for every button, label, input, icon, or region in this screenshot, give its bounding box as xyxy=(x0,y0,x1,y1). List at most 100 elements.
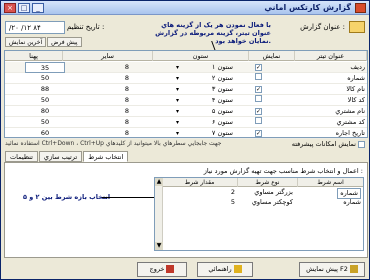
advanced-option[interactable]: نمايش امکانات پيشرفته xyxy=(292,140,365,148)
row-column-select[interactable]: ستون ۴ xyxy=(165,95,245,106)
cond-type[interactable]: کوچکتر مساوي xyxy=(252,198,293,207)
row-show-checkbox[interactable]: ✓ xyxy=(255,84,263,95)
row-column-select[interactable]: ستون ۵ xyxy=(165,106,245,117)
scroll-down-icon[interactable]: ▼ xyxy=(155,242,163,250)
row-show-checkbox[interactable]: ✓ xyxy=(255,62,263,73)
scroll-up-icon[interactable]: ▲ xyxy=(155,178,163,186)
row-width[interactable]: 88 xyxy=(25,84,65,95)
row-title: کد کالا xyxy=(347,96,365,104)
help-button[interactable]: راهنمائي xyxy=(197,262,253,277)
grid-row[interactable]: کد مشتري ستون ۶ 8 50 xyxy=(5,117,367,128)
condition-list-header: اسم شرط نوع شرط مقدار شرط xyxy=(155,178,363,187)
preview-label: پيش نمايش F2 xyxy=(306,265,348,273)
row-title: تاريخ اجاره xyxy=(335,129,365,137)
row-title: رديف xyxy=(350,63,365,71)
grid-row[interactable]: شماره ستون ۲ 8 50 xyxy=(5,73,367,84)
header-title: عنوان تيتر xyxy=(295,51,367,61)
condition-row[interactable]: شماره بزرگتر مساوي 2 xyxy=(155,188,363,199)
row-other[interactable]: 8 xyxy=(107,95,147,106)
tab-condition[interactable]: انتخاب شرط xyxy=(83,151,129,162)
condition-scrollbar[interactable]: ▲ ▼ xyxy=(155,178,163,250)
header-cond-name: اسم شرط xyxy=(297,178,363,187)
date-label: تاريخ تنظيم : xyxy=(67,23,105,31)
exit-label: خروج xyxy=(149,265,165,273)
cond-value[interactable]: 2 xyxy=(231,188,235,197)
condition-annotation: انتخاب بازه شرط بين ۲ و ۵ xyxy=(23,193,111,201)
row-column-select[interactable]: ستون ۷ xyxy=(165,128,245,139)
row-column-select[interactable]: ستون ۱ xyxy=(165,62,245,73)
condition-row[interactable]: شماره کوچکتر مساوي 5 xyxy=(155,198,363,207)
grid-row[interactable]: نام مشتري ستون ۵ ✓ 8 80 xyxy=(5,106,367,117)
cond-value[interactable]: 5 xyxy=(231,198,235,207)
hint-text: جهت جابجايي سطرهاي بالا ميتوانيد از کليد… xyxy=(5,140,222,147)
help-question-icon xyxy=(233,265,242,273)
row-title: شماره xyxy=(347,74,365,82)
row-title: کد مشتري xyxy=(336,118,366,126)
exit-door-icon xyxy=(166,265,175,273)
header-column: ستون xyxy=(153,51,249,61)
row-width[interactable]: 50 xyxy=(25,95,65,106)
title-bar: × □ _ گزارش کارتکس اماني xyxy=(1,1,369,15)
header-cond-value: مقدار شرط xyxy=(161,178,237,187)
row-show-checkbox[interactable] xyxy=(255,73,263,84)
annotation-arrow xyxy=(102,197,154,198)
cond-type[interactable]: بزرگتر مساوي xyxy=(254,188,293,197)
tab-last-view[interactable]: آخرين نمايش xyxy=(5,37,47,47)
row-width[interactable]: 80 xyxy=(25,106,65,117)
bottom-bar: پيش نمايش F2 خروج راهنمائي xyxy=(1,259,369,279)
row-other[interactable]: 8 xyxy=(107,73,147,84)
app-icon xyxy=(355,3,366,13)
row-column-select[interactable]: ستون ۶ xyxy=(165,117,245,128)
grid-row[interactable]: رديف ستون ۱ ✓ 8 35 xyxy=(5,62,367,73)
condition-tabs: تنظيمات ترتيب سازي انتخاب شرط xyxy=(5,151,129,162)
row-other[interactable]: 8 xyxy=(107,106,147,117)
advanced-checkbox[interactable] xyxy=(358,140,365,148)
row-width[interactable]: 50 xyxy=(25,73,65,84)
row-title: نام کالا xyxy=(346,85,365,93)
condition-panel-title: اعمال و انتخاب شرط مناسب جهت تهيه گزارش … xyxy=(203,167,363,175)
report-title-label: عنوان گزارش : xyxy=(300,23,345,31)
grid-row[interactable]: تاريخ اجاره ستون ۷ ✓ 8 60 xyxy=(5,128,367,139)
columns-grid: پهنا ساير ستون نمايش عنوان تيتر رديف ستون… xyxy=(4,50,368,139)
row-show-checkbox[interactable] xyxy=(255,117,263,128)
cond-name[interactable]: شماره xyxy=(343,198,361,207)
tab-settings[interactable]: تنظيمات xyxy=(5,151,38,162)
grid-row[interactable]: نام کالاستون ۳✓888 xyxy=(5,84,367,95)
grid-header: پهنا ساير ستون نمايش عنوان تيتر xyxy=(5,51,367,61)
exit-button[interactable]: خروج xyxy=(137,262,187,277)
header-row: عنوان گزارش : با فعال نمودن هر يک از گزي… xyxy=(1,19,369,45)
help-label: راهنمائي xyxy=(208,265,232,273)
header-width: پهنا xyxy=(5,51,63,61)
header-cond-type: نوع شرط xyxy=(237,178,297,187)
report-title-icon[interactable] xyxy=(349,21,365,33)
tab-default[interactable]: پيش فرض xyxy=(47,37,82,47)
tab-sorting[interactable]: ترتيب سازي xyxy=(38,151,83,162)
close-icon[interactable]: × xyxy=(4,3,16,13)
row-show-checkbox[interactable] xyxy=(255,95,263,106)
row-title: نام مشتري xyxy=(335,107,365,115)
preview-icon xyxy=(349,265,358,273)
minimize-icon[interactable]: _ xyxy=(32,3,44,13)
row-show-checkbox[interactable]: ✓ xyxy=(255,106,263,117)
report-window: × □ _ گزارش کارتکس اماني عنوان گزارش : ب… xyxy=(0,0,370,280)
condition-list: اسم شرط نوع شرط مقدار شرط شماره بزرگتر م… xyxy=(154,177,364,251)
header-show: نمايش xyxy=(249,51,295,61)
row-width[interactable]: 35 xyxy=(25,62,65,73)
row-other[interactable]: 8 xyxy=(107,62,147,73)
row-other[interactable]: 8 xyxy=(107,128,147,139)
row-column-select[interactable]: ستون ۲ xyxy=(165,73,245,84)
preview-button[interactable]: پيش نمايش F2 xyxy=(299,262,365,277)
preset-tabs: آخرين نمايش پيش فرض xyxy=(5,37,83,47)
row-other[interactable]: 8 xyxy=(107,84,147,95)
condition-panel: اعمال و انتخاب شرط مناسب جهت تهيه گزارش … xyxy=(4,162,368,258)
row-width[interactable]: 50 xyxy=(25,117,65,128)
row-width[interactable]: 60 xyxy=(25,128,65,139)
window-title: گزارش کارتکس اماني xyxy=(264,3,351,12)
maximize-icon[interactable]: □ xyxy=(18,3,30,13)
date-field[interactable]: /۲۰ /۱۲ ۸۴ xyxy=(5,21,65,34)
grid-row[interactable]: کد کالا ستون ۴ 8 50 xyxy=(5,95,367,106)
row-column-select[interactable]: ستون ۳ xyxy=(165,84,245,95)
row-other[interactable]: 8 xyxy=(107,117,147,128)
row-show-checkbox[interactable]: ✓ xyxy=(255,128,263,139)
advanced-label: نمايش امکانات پيشرفته xyxy=(291,140,356,148)
